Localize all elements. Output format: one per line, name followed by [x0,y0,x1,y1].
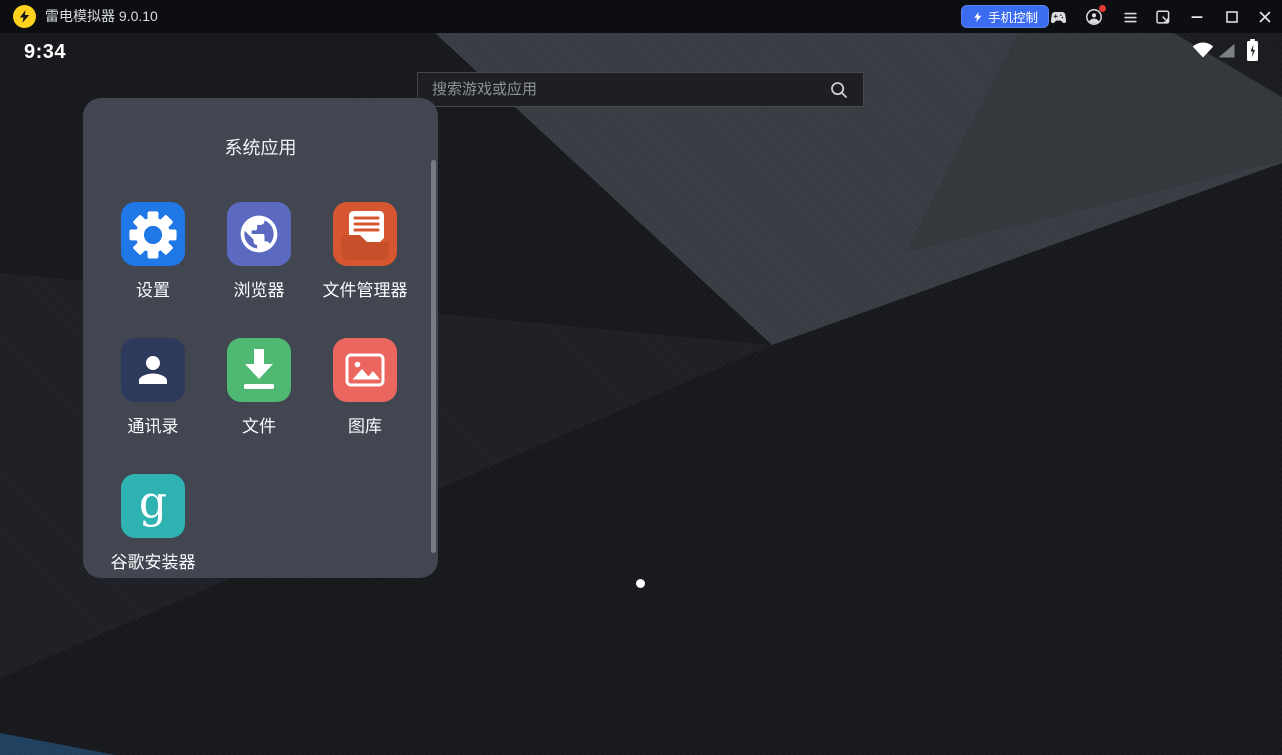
app-files-button[interactable] [227,338,291,402]
document-icon [333,202,397,266]
account-icon[interactable] [1084,7,1104,27]
battery-charging-icon [1246,38,1259,67]
app-files: 文件 [199,338,319,437]
g-letter-icon: g [139,471,167,535]
app-label: 通讯录 [93,417,213,437]
folder-scrollbar[interactable] [431,160,436,553]
wifi-icon [1192,41,1214,63]
page-indicator-dot [636,579,645,588]
gear-icon [124,205,182,263]
notification-dot [1099,5,1106,12]
status-time: 9:34 [24,41,66,64]
phone-control-label: 手机控制 [988,7,1038,26]
app-label: 浏览器 [199,281,319,301]
app-label: 图库 [305,417,425,437]
search-icon[interactable] [829,80,849,100]
window-title: 雷电模拟器 9.0.10 [45,0,158,33]
search-bar [417,72,864,107]
system-apps-folder: 系统应用 设置 [83,98,438,578]
phone-control-button[interactable]: 手机控制 [961,5,1049,28]
titlebar: 雷电模拟器 9.0.10 手机控制 [0,0,1282,33]
app-contacts: 通讯录 [93,338,213,437]
app-label: 文件管理器 [305,281,425,301]
app-google-installer-button[interactable]: g [121,474,185,538]
resize-icon[interactable] [1153,7,1173,27]
maximize-button[interactable] [1222,7,1242,27]
app-google-installer: g 谷歌安装器 [93,474,213,573]
close-button[interactable] [1255,7,1275,27]
app-file-manager: 文件管理器 [305,202,425,301]
app-contacts-button[interactable] [121,338,185,402]
app-settings-button[interactable] [121,202,185,266]
minimize-button[interactable] [1187,7,1207,27]
app-gallery: 图库 [305,338,425,437]
image-icon [333,338,397,402]
download-icon [227,338,291,402]
person-icon [132,349,174,391]
menu-icon[interactable] [1120,7,1140,27]
app-file-manager-button[interactable] [333,202,397,266]
app-browser-button[interactable] [227,202,291,266]
ldplayer-logo-icon [13,5,36,28]
app-browser: 浏览器 [199,202,319,301]
app-label: 文件 [199,417,319,437]
signal-icon [1218,43,1235,63]
globe-icon [237,212,281,256]
folder-title: 系统应用 [83,134,438,160]
search-input[interactable] [418,73,829,106]
gamepad-icon[interactable] [1048,7,1068,27]
emulator-window: 雷电模拟器 9.0.10 手机控制 [0,0,1282,755]
app-settings: 设置 [93,202,213,301]
app-label: 设置 [93,281,213,301]
bolt-icon [972,11,984,23]
app-gallery-button[interactable] [333,338,397,402]
app-label: 谷歌安装器 [93,553,213,573]
